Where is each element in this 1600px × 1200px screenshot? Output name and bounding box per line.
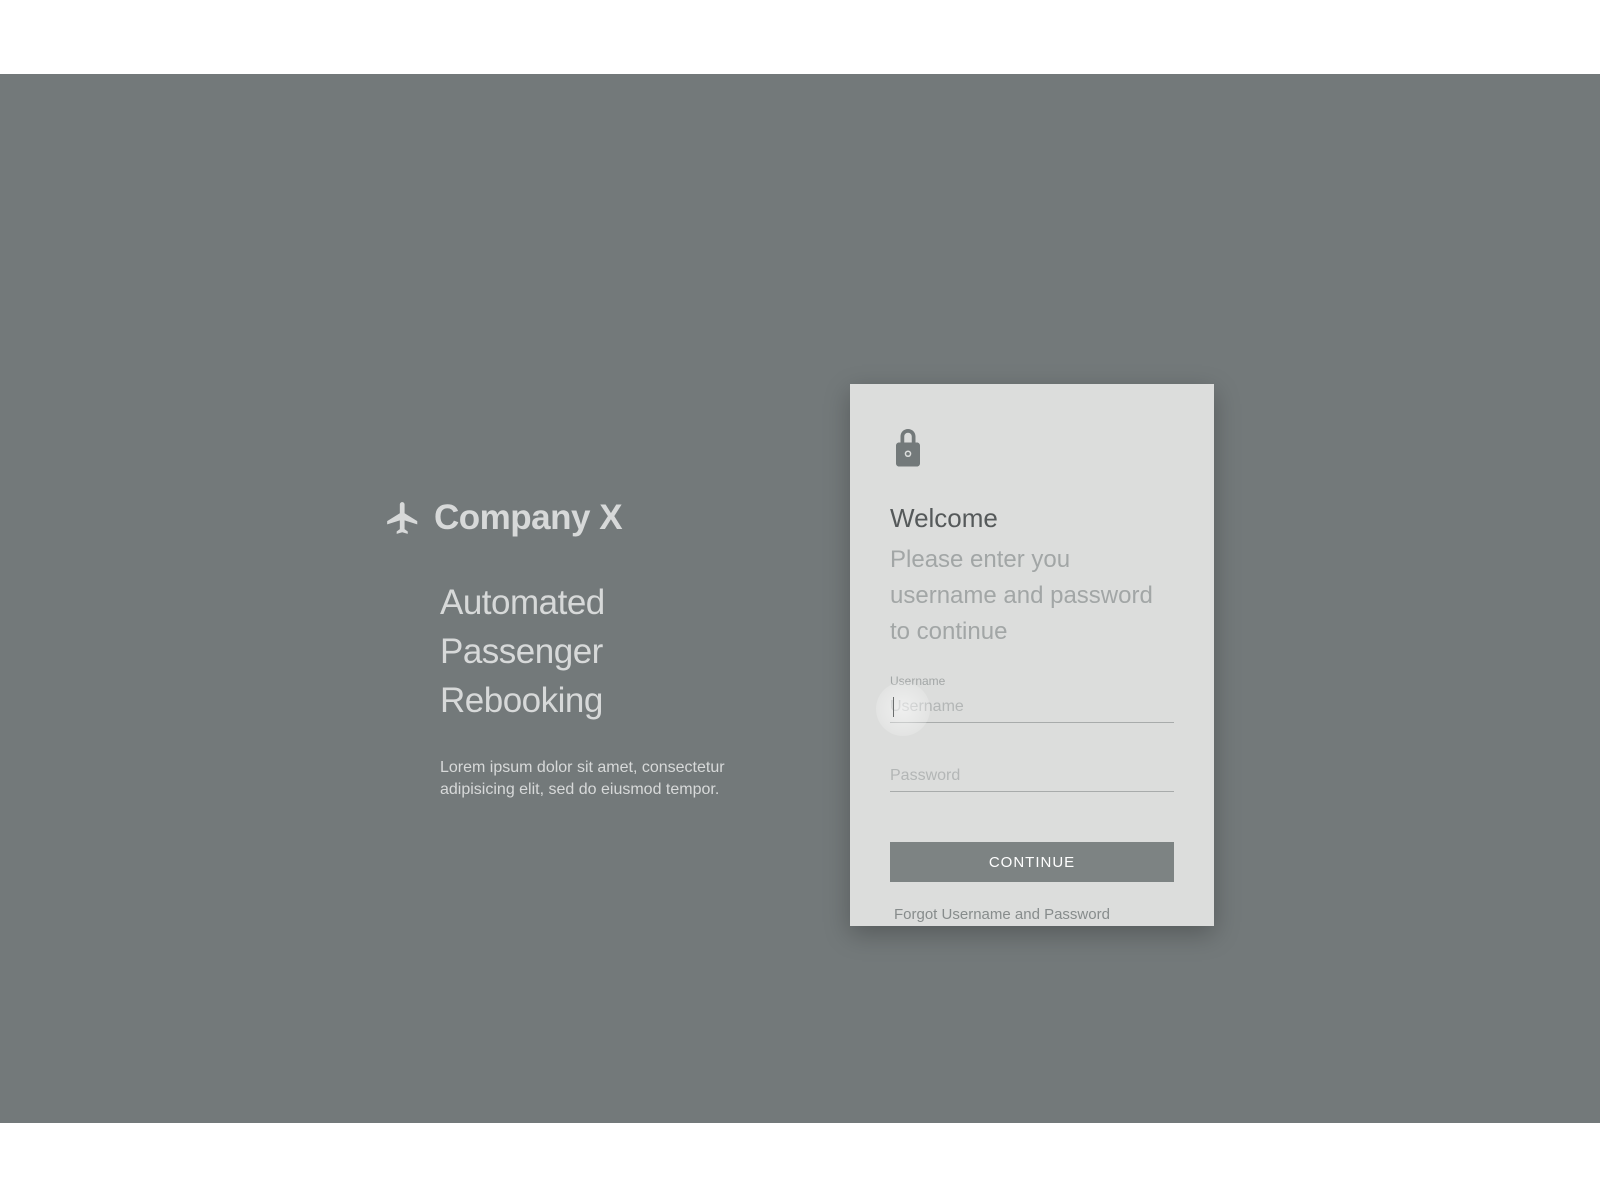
username-input-group: Username xyxy=(890,674,1174,723)
password-input[interactable] xyxy=(890,761,1174,792)
username-input[interactable] xyxy=(890,692,1174,723)
description: Lorem ipsum dolor sit amet, consectetur … xyxy=(440,757,740,802)
username-float-label: Username xyxy=(890,674,1174,688)
text-cursor xyxy=(893,697,894,717)
page-wrapper: Company X Automated Passenger Rebooking … xyxy=(0,0,1600,1200)
password-input-group xyxy=(890,761,1174,792)
brand-name: Company X xyxy=(434,498,622,538)
airplane-icon xyxy=(384,499,422,537)
headline: Automated Passenger Rebooking xyxy=(440,578,754,725)
welcome-title: Welcome xyxy=(890,503,1174,534)
lock-icon xyxy=(890,424,926,470)
continue-button[interactable]: CONTINUE xyxy=(890,842,1174,882)
brand-row: Company X xyxy=(384,498,754,538)
forgot-password-link[interactable]: Forgot Username and Password xyxy=(894,906,1110,923)
login-card: Welcome Please enter you username and pa… xyxy=(850,384,1214,926)
main-canvas: Company X Automated Passenger Rebooking … xyxy=(0,74,1600,1123)
welcome-subtitle: Please enter you username and password t… xyxy=(890,542,1174,650)
lock-icon-wrap xyxy=(890,424,1174,475)
branding-section: Company X Automated Passenger Rebooking … xyxy=(384,498,754,802)
